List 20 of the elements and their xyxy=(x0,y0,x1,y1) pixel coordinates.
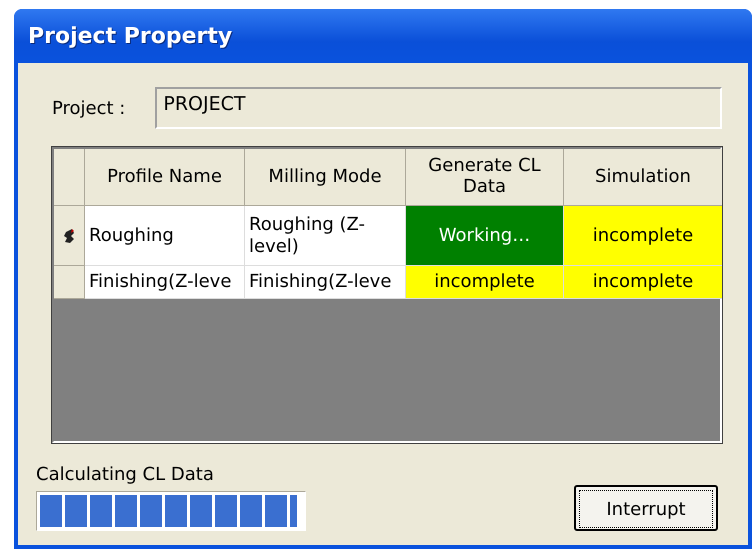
table-cell: Roughing xyxy=(85,206,245,266)
progress-label: Calculating CL Data xyxy=(36,464,215,485)
table-cell: Roughing (Z-level) xyxy=(245,206,406,266)
table-cell: incomplete xyxy=(564,206,723,266)
column-header[interactable]: Milling Mode xyxy=(245,149,406,206)
column-header[interactable]: Simulation xyxy=(564,149,723,206)
table-cell: incomplete xyxy=(406,266,564,299)
table-cell: Finishing(Z-leve xyxy=(85,266,245,299)
table-cell: incomplete xyxy=(564,266,723,299)
project-label: Project : xyxy=(52,98,126,118)
table-cell: Finishing(Z-leve xyxy=(245,266,406,299)
column-header[interactable]: Generate CL Data xyxy=(406,149,564,206)
row-header[interactable] xyxy=(54,206,85,266)
project-field[interactable]: PROJECT xyxy=(155,87,722,129)
current-row-icon xyxy=(62,226,76,244)
corner-header xyxy=(54,149,85,206)
window-title: Project Property xyxy=(28,24,232,48)
table-cell: Working… xyxy=(406,206,564,266)
interrupt-button[interactable]: Interrupt xyxy=(574,485,718,531)
column-header[interactable]: Profile Name xyxy=(85,149,245,206)
